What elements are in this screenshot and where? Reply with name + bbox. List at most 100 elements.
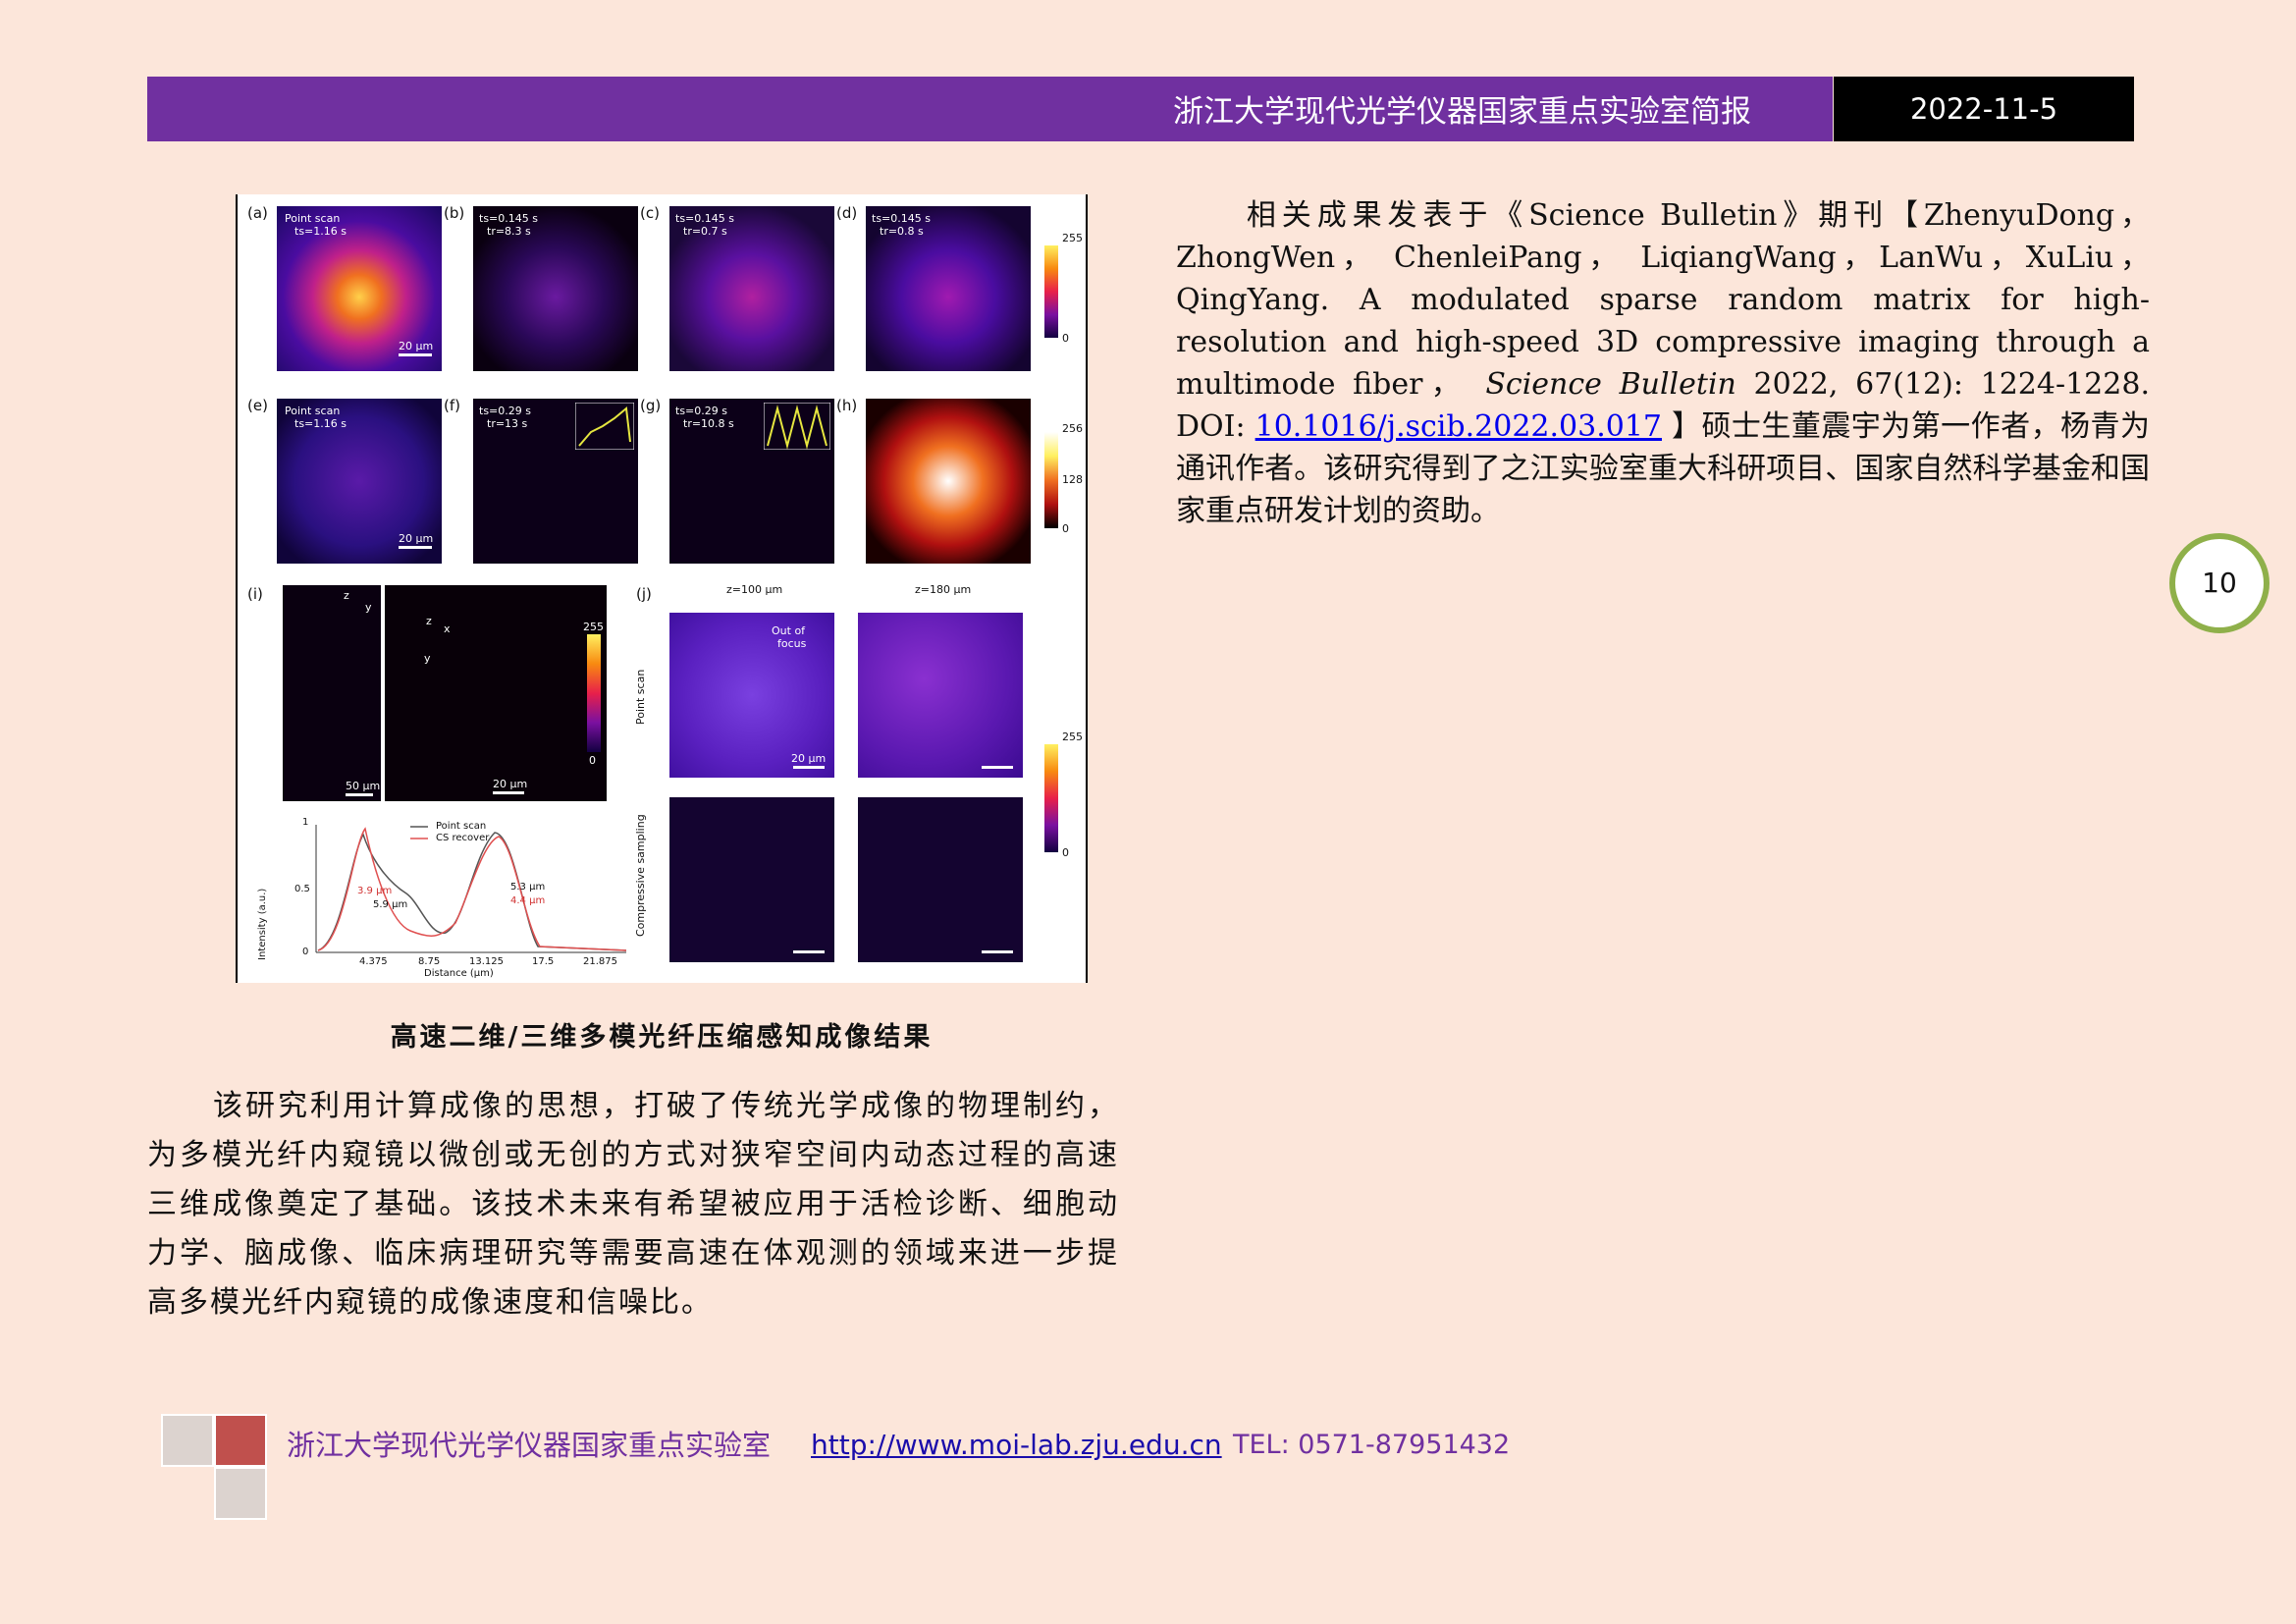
colorbar-row1-max: 255 [1062,232,1083,244]
inset-waveform-f [575,403,634,450]
scale-bar [982,950,1013,953]
panel-label-c: (c) [640,204,660,222]
page-number: 10 [2202,567,2237,599]
plot-k-annotation-3: 5.3 μm [510,882,546,893]
figure-panel: (a) Point scan ts=1.16 s 20 μm (b) ts=0.… [236,194,1088,983]
panel-d-text-1: ts=0.145 s [872,212,931,225]
footer-square-light-2 [214,1467,267,1520]
panel-label-h: (h) [836,397,858,414]
panel-f-text-2: tr=13 s [487,417,528,430]
body-text: 该研究利用计算成像的思想，打破了传统光学成像的物理制约，为多模光纤内窥镜以微创或… [147,1089,1119,1320]
doi-link[interactable]: 10.1016/j.scib.2022.03.017 [1255,409,1662,444]
panel-a-text-2: ts=1.16 s [294,225,347,238]
plot-k-legend-2: CS recover [436,833,490,843]
colorbar-row2-max: 256 [1062,422,1083,435]
plot-k-annotation-1: 3.9 μm [357,886,393,896]
footer-telephone: TEL: 0571-87951432 [1233,1430,1511,1460]
footer-square-light-1 [161,1414,214,1467]
image-panel-c: ts=0.145 s tr=0.7 s [669,206,834,371]
panel-i-scale-left: 50 μm [346,780,381,792]
panel-i-scale-right: 20 μm [493,778,528,790]
scale-bar [493,791,524,794]
plot-k-xtick-3: 13.125 [469,956,504,967]
plot-k-ytick-1: 1 [302,817,309,828]
plot-k-xtick-1: 4.375 [359,956,388,967]
panel-a-text-1: Point scan [285,212,341,225]
panel-c-text-1: ts=0.145 s [675,212,734,225]
body-paragraph: 该研究利用计算成像的思想，打破了传统光学成像的物理制约，为多模光纤内窥镜以微创或… [147,1082,1119,1327]
panel-i-axis-z: z [344,589,349,602]
footer-lab-name: 浙江大学现代光学仪器国家重点实验室 [287,1429,772,1462]
colorbar-row2-min: 0 [1062,522,1069,535]
image-panel-j1: Out of focus 20 μm [669,613,834,778]
scale-bar [346,793,373,796]
image-panel-b: ts=0.145 s tr=8.3 s [473,206,638,371]
plot-k-annotation-4: 4.4 μm [510,895,546,906]
panel-j-out-focus-2: focus [777,637,807,650]
panel-b-text-1: ts=0.145 s [479,212,538,225]
footer-square-red [214,1414,267,1467]
plot-k-xtick-4: 17.5 [532,956,555,967]
colorbar-j [1044,744,1058,852]
image-panel-g: ts=0.29 s tr=10.8 s [669,399,834,564]
scale-bar [399,353,432,356]
panel-j-out-focus-1: Out of [772,624,806,637]
image-panel-j2 [858,613,1023,778]
panel-g-text-1: ts=0.29 s [675,405,727,417]
scale-bar [793,950,825,953]
panel-i-axis-y: y [365,601,372,614]
page-number-badge: 10 [2169,533,2269,633]
scale-bar [793,766,825,769]
panel-g-text-2: tr=10.8 s [683,417,734,430]
panel-j-col2: z=180 μm [915,583,972,596]
plot-k-xlabel: Distance (μm) [424,968,494,979]
panel-i-axis-x: x [444,623,451,635]
image-panel-i-side: z y 50 μm [283,585,381,801]
figure-caption: 高速二维/三维多模光纤压缩感知成像结果 [390,1022,934,1053]
footer-url-link[interactable]: http://www.moi-lab.zju.edu.cn [811,1424,1222,1467]
panel-j-col1: z=100 μm [726,583,783,596]
image-panel-j4 [858,797,1023,962]
panel-label-e: (e) [247,397,268,414]
image-panel-i-volume: z x y 20 μm [385,585,607,801]
plot-k-xtick-2: 8.75 [418,956,441,967]
plot-k-ylabel: Intensity (a.u.) [257,888,268,960]
header-date-box: 2022-11-5 [1834,77,2134,141]
panel-b-text-2: tr=8.3 s [487,225,531,238]
image-panel-a: Point scan ts=1.16 s 20 μm [277,206,442,371]
plot-k-annotation-2: 5.9 μm [373,899,408,910]
panel-i-axis-y2: y [424,652,431,665]
colorbar-row2-mid: 128 [1062,473,1083,486]
scale-bar [399,546,432,549]
colorbar-row1 [1044,245,1058,338]
panel-label-d: (d) [836,204,858,222]
panel-e-scale: 20 μm [399,532,434,545]
panel-f-text-1: ts=0.29 s [479,405,531,417]
colorbar-i [587,634,601,752]
panel-label-j: (j) [636,585,652,603]
panel-label-b: (b) [444,204,465,222]
panel-j-scale: 20 μm [791,752,827,765]
colorbar-i-min: 0 [589,754,596,767]
plot-k-legend-1: Point scan [436,821,487,832]
image-panel-e: Point scan ts=1.16 s 20 μm [277,399,442,564]
scale-bar [982,766,1013,769]
panel-d-text-2: tr=0.8 s [880,225,924,238]
inset-waveform-g [764,403,830,450]
panel-label-a: (a) [247,204,268,222]
colorbar-row1-min: 0 [1062,332,1069,345]
colorbar-row2 [1044,432,1058,528]
plot-k-ytick-3: 0 [302,947,309,957]
header-title: 浙江大学现代光学仪器国家重点实验室简报 [1173,94,1751,130]
image-panel-f: ts=0.29 s tr=13 s [473,399,638,564]
plot-k-xtick-5: 21.875 [583,956,617,967]
reference-journal: Science Bulletin [1485,367,1736,402]
panel-c-text-2: tr=0.7 s [683,225,727,238]
colorbar-j-min: 0 [1062,846,1069,859]
panel-j-row-label-top: Point scan [634,669,647,725]
panel-label-f: (f) [444,397,460,414]
panel-i-axis-z2: z [426,615,432,627]
panel-e-text-1: Point scan [285,405,341,417]
image-panel-h [866,399,1031,564]
image-panel-j3 [669,797,834,962]
